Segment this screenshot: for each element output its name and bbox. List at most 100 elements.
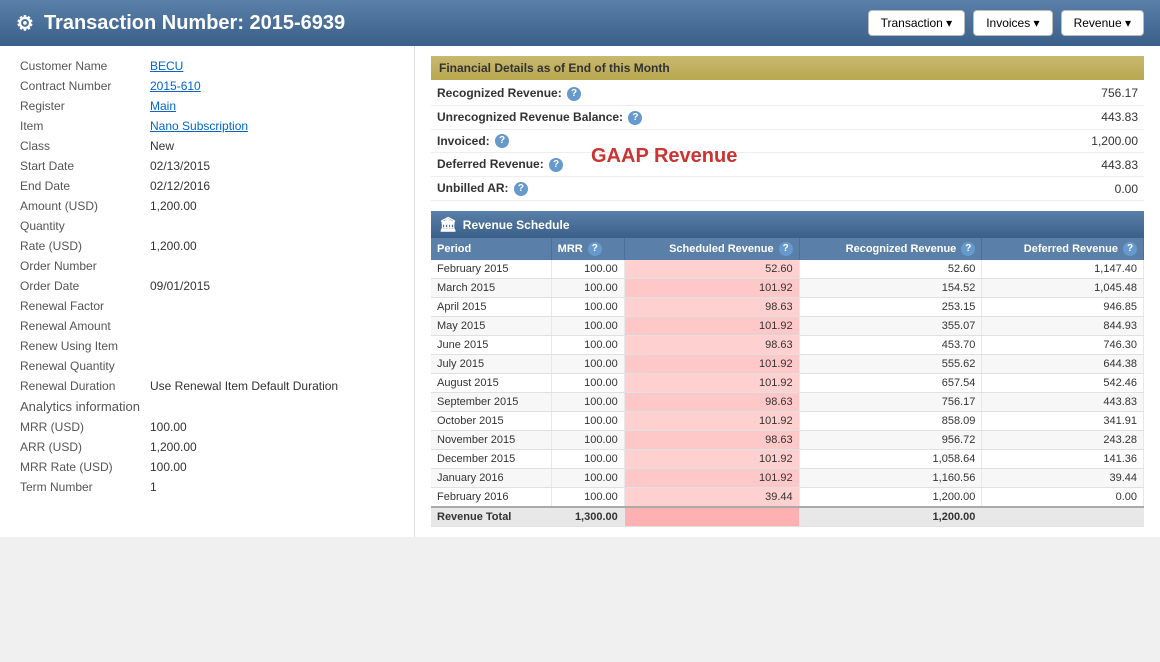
renewal-duration-value: Use Renewal Item Default Duration [146, 376, 398, 396]
table-row: Item Nano Subscription [16, 116, 398, 136]
scheduled-cell: 52.60 [624, 260, 799, 279]
contract-number-link[interactable]: 2015-610 [150, 79, 201, 93]
recognized-cell: 154.52 [799, 279, 982, 298]
order-number-value [146, 256, 398, 276]
field-label: Start Date [16, 156, 146, 176]
deferred-cell: 644.38 [982, 355, 1144, 374]
period-cell: November 2015 [431, 431, 551, 450]
gaap-revenue-label: GAAP Revenue [591, 145, 737, 168]
help-icon[interactable]: ? [495, 134, 509, 148]
help-icon[interactable]: ? [549, 158, 563, 172]
mrr-cell: 100.00 [551, 260, 624, 279]
table-row: Analytics information [16, 396, 398, 417]
recognized-cell: 956.72 [799, 431, 982, 450]
total-mrr: 1,300.00 [551, 507, 624, 527]
table-row: July 2015 100.00 101.92 555.62 644.38 [431, 355, 1144, 374]
end-date-value: 02/12/2016 [146, 176, 398, 196]
col-period: Period [431, 238, 551, 260]
table-row: Order Date 09/01/2015 [16, 276, 398, 296]
table-row: Register Main [16, 96, 398, 116]
field-label: Register [16, 96, 146, 116]
deferred-cell: 946.85 [982, 298, 1144, 317]
table-row: Unrecognized Revenue Balance: ? 443.83 [431, 105, 1144, 129]
financial-table: Recognized Revenue: ? 756.17 Unrecognize… [431, 82, 1144, 201]
col-scheduled: Scheduled Revenue ? [624, 238, 799, 260]
page-title: ⚙ Transaction Number: 2015-6939 [16, 11, 345, 36]
help-icon[interactable]: ? [779, 242, 793, 256]
gear-icon: ⚙ [16, 11, 34, 36]
revenue-button[interactable]: Revenue ▾ [1061, 10, 1144, 36]
customer-name-link[interactable]: BECU [150, 59, 183, 73]
table-row: Class New [16, 136, 398, 156]
renewal-factor-value [146, 296, 398, 316]
table-row: Order Number [16, 256, 398, 276]
transaction-button[interactable]: Transaction ▾ [868, 10, 966, 36]
col-deferred: Deferred Revenue ? [982, 238, 1144, 260]
table-row: Renewal Factor [16, 296, 398, 316]
scheduled-cell: 101.92 [624, 412, 799, 431]
table-row: Renewal Amount [16, 316, 398, 336]
schedule-header-text: Revenue Schedule [463, 218, 570, 232]
deferred-cell: 542.46 [982, 374, 1144, 393]
help-icon[interactable]: ? [961, 242, 975, 256]
scheduled-cell: 101.92 [624, 374, 799, 393]
table-row: ARR (USD) 1,200.00 [16, 437, 398, 457]
field-label: Item [16, 116, 146, 136]
table-row: September 2015 100.00 98.63 756.17 443.8… [431, 393, 1144, 412]
period-cell: July 2015 [431, 355, 551, 374]
table-row: Invoiced: ? 1,200.00 [431, 129, 1144, 153]
help-icon[interactable]: ? [567, 87, 581, 101]
recognized-cell: 453.70 [799, 336, 982, 355]
financial-value: 443.83 [992, 153, 1144, 177]
table-row: MRR Rate (USD) 100.00 [16, 457, 398, 477]
scheduled-cell: 98.63 [624, 431, 799, 450]
field-label: Renewal Factor [16, 296, 146, 316]
mrr-cell: 100.00 [551, 393, 624, 412]
item-link[interactable]: Nano Subscription [150, 119, 248, 133]
help-icon[interactable]: ? [1123, 242, 1137, 256]
scheduled-cell: 98.63 [624, 393, 799, 412]
field-label: Customer Name [16, 56, 146, 76]
table-row: October 2015 100.00 101.92 858.09 341.91 [431, 412, 1144, 431]
rate-value: 1,200.00 [146, 236, 398, 256]
period-cell: September 2015 [431, 393, 551, 412]
schedule-header: 🏛 Revenue Schedule [431, 211, 1144, 238]
col-recognized: Recognized Revenue ? [799, 238, 982, 260]
deferred-cell: 341.91 [982, 412, 1144, 431]
mrr-cell: 100.00 [551, 412, 624, 431]
field-label: End Date [16, 176, 146, 196]
register-link[interactable]: Main [150, 99, 176, 113]
field-label: Renew Using Item [16, 336, 146, 356]
table-row: June 2015 100.00 98.63 453.70 746.30 [431, 336, 1144, 355]
mrr-cell: 100.00 [551, 431, 624, 450]
mrr-cell: 100.00 [551, 279, 624, 298]
recognized-cell: 657.54 [799, 374, 982, 393]
help-icon[interactable]: ? [588, 242, 602, 256]
help-icon[interactable]: ? [514, 182, 528, 196]
total-label: Revenue Total [431, 507, 551, 527]
table-row: Renew Using Item [16, 336, 398, 356]
field-label: Class [16, 136, 146, 156]
table-row: Deferred Revenue: ? GAAP Revenue 443.83 [431, 153, 1144, 177]
period-cell: January 2016 [431, 469, 551, 488]
schedule-wrapper: Period MRR ? Scheduled Revenue ? Recogni… [431, 238, 1144, 527]
mrr-cell: 100.00 [551, 374, 624, 393]
order-date-value: 09/01/2015 [146, 276, 398, 296]
table-row: Contract Number 2015-610 [16, 76, 398, 96]
financial-value: 0.00 [992, 177, 1144, 201]
table-header-row: Period MRR ? Scheduled Revenue ? Recogni… [431, 238, 1144, 260]
total-scheduled [624, 507, 799, 527]
quantity-value [146, 216, 398, 236]
arr-value: 1,200.00 [146, 437, 398, 457]
deferred-cell: 39.44 [982, 469, 1144, 488]
top-bar: ⚙ Transaction Number: 2015-6939 Transact… [0, 0, 1160, 46]
financial-label: Unrecognized Revenue Balance: ? [431, 105, 992, 129]
table-row: MRR (USD) 100.00 [16, 417, 398, 437]
mrr-cell: 100.00 [551, 469, 624, 488]
table-row: November 2015 100.00 98.63 956.72 243.28 [431, 431, 1144, 450]
invoices-button[interactable]: Invoices ▾ [973, 10, 1052, 36]
help-icon[interactable]: ? [628, 111, 642, 125]
mrr-cell: 100.00 [551, 298, 624, 317]
field-label: Renewal Duration [16, 376, 146, 396]
table-row: Term Number 1 [16, 477, 398, 497]
